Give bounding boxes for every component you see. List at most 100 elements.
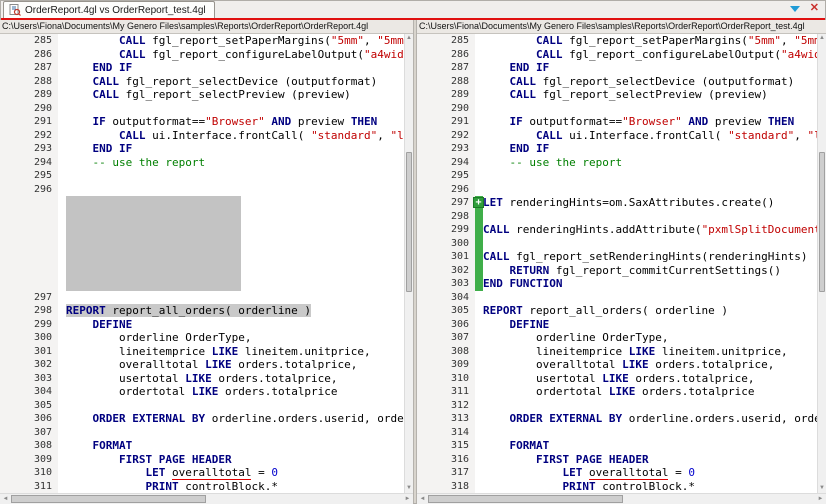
scroll-right-arrow-icon[interactable]: ►	[815, 494, 826, 504]
code-line[interactable]: 291 IF outputformat=="Browser" AND previ…	[417, 115, 817, 129]
code-line[interactable]: 307 orderline OrderType,	[417, 331, 817, 345]
code-line[interactable]: 303 usertotal LIKE orders.totalprice,	[0, 371, 404, 385]
tab-bar-actions: ✕	[789, 3, 826, 18]
close-tab-icon[interactable]: ✕	[810, 3, 819, 14]
code-line[interactable]: 307	[0, 425, 404, 439]
code-line[interactable]: 300 orderline OrderType,	[0, 331, 404, 345]
left-vertical-scrollbar[interactable]: ▲ ▼	[404, 34, 413, 493]
code-line[interactable]: 289 CALL fgl_report_selectPreview (previ…	[417, 88, 817, 102]
code-line[interactable]: 304	[417, 290, 817, 304]
right-hscroll-thumb[interactable]	[428, 495, 623, 503]
scroll-down-arrow-icon[interactable]: ▼	[405, 484, 413, 493]
right-vscroll-thumb[interactable]	[819, 152, 825, 292]
left-hscroll-thumb[interactable]	[11, 495, 206, 503]
code-line[interactable]: 312	[417, 398, 817, 412]
line-number: 306	[417, 317, 475, 331]
code-line[interactable]: 286 CALL fgl_report_configureLabelOutput…	[0, 47, 404, 61]
line-number: 314	[417, 425, 475, 439]
code-line[interactable]: 302 RETURN fgl_report_commitCurrentSetti…	[417, 263, 817, 277]
code-line[interactable]: 288 CALL fgl_report_selectDevice (output…	[417, 74, 817, 88]
right-horizontal-scrollbar[interactable]: ◄ ►	[417, 493, 826, 504]
code-line[interactable]: 288 CALL fgl_report_selectDevice (output…	[0, 74, 404, 88]
code-line[interactable]: 295	[0, 169, 404, 183]
scroll-up-arrow-icon[interactable]: ▲	[818, 34, 826, 43]
code-line[interactable]: 291 IF outputformat=="Browser" AND previ…	[0, 115, 404, 129]
scroll-up-arrow-icon[interactable]: ▲	[405, 34, 413, 43]
code-text: ORDER EXTERNAL BY orderline.orders.useri…	[509, 412, 818, 425]
right-code-area[interactable]: 285 CALL fgl_report_setPaperMargins("5mm…	[417, 34, 817, 493]
code-line[interactable]: 308 FORMAT	[0, 439, 404, 453]
gutter-stripe	[58, 466, 66, 480]
code-line[interactable]: 306 DEFINE	[417, 317, 817, 331]
code-line[interactable]: 301 lineitemprice LIKE lineitem.unitpric…	[0, 344, 404, 358]
code-line[interactable]: 309 overalltotal LIKE orders.totalprice,	[417, 358, 817, 372]
code-line[interactable]: 309 FIRST PAGE HEADER	[0, 452, 404, 466]
code-line[interactable]: 311 PRINT controlBlock.*	[0, 479, 404, 493]
code-line[interactable]: 296	[0, 182, 404, 197]
line-number: 310	[417, 371, 475, 385]
code-line[interactable]: 306 ORDER EXTERNAL BY orderline.orders.u…	[0, 412, 404, 426]
code-text: CALL renderingHints.addAttribute("pxmlSp…	[483, 223, 817, 236]
left-horizontal-scrollbar[interactable]: ◄ ►	[0, 493, 413, 504]
code-line[interactable]: 311 ordertotal LIKE orders.totalprice	[417, 385, 817, 399]
code-line[interactable]: 285 CALL fgl_report_setPaperMargins("5mm…	[0, 34, 404, 48]
tab-orderreport-diff[interactable]: OrderReport.4gl vs OrderReport_test.4gl	[3, 1, 215, 18]
code-line[interactable]: 314	[417, 425, 817, 439]
code-line[interactable]: 310 LET overalltotal = 0	[0, 466, 404, 480]
code-line[interactable]: 297 + LET renderingHints=om.SaxAttributes.…	[417, 196, 817, 210]
added-lines-plus-icon[interactable]: +	[473, 197, 484, 208]
code-line[interactable]: 292 CALL ui.Interface.frontCall( "standa…	[417, 128, 817, 142]
code-line[interactable]: 290	[0, 101, 404, 115]
code-line[interactable]: 287 END IF	[417, 61, 817, 75]
code-line[interactable]: 315 FORMAT	[417, 439, 817, 453]
code-text: CALL fgl_report_setPaperMargins("5mm", "…	[118, 34, 404, 47]
gutter-stripe	[475, 439, 483, 453]
code-line[interactable]: 313 ORDER EXTERNAL BY orderline.orders.u…	[417, 412, 817, 426]
code-line[interactable]: 318 PRINT controlBlock.*	[417, 479, 817, 493]
code-line[interactable]: 296	[417, 182, 817, 196]
code-line[interactable]: 292 CALL ui.Interface.frontCall( "standa…	[0, 128, 404, 142]
code-line[interactable]: 304 ordertotal LIKE orders.totalprice	[0, 385, 404, 399]
code-line[interactable]: 299 CALL renderingHints.addAttribute("pxm…	[417, 223, 817, 237]
code-line[interactable]: 287 END IF	[0, 61, 404, 75]
code-line[interactable]: 310 usertotal LIKE orders.totalprice,	[417, 371, 817, 385]
code-line[interactable]: 299 DEFINE	[0, 317, 404, 331]
left-vscroll-thumb[interactable]	[406, 152, 412, 292]
scroll-left-arrow-icon[interactable]: ◄	[417, 494, 428, 504]
code-line[interactable]: 301 CALL fgl_report_setRenderingHints(ren…	[417, 250, 817, 264]
code-line[interactable]: 305	[0, 398, 404, 412]
code-line[interactable]: 293 END IF	[417, 142, 817, 156]
code-text: overalltotal LIKE orders.totalprice,	[118, 358, 358, 371]
code-line[interactable]: 293 END IF	[0, 142, 404, 156]
code-line[interactable]: 297	[0, 290, 404, 304]
code-text: overalltotal LIKE orders.totalprice,	[535, 358, 775, 371]
code-line[interactable]: 303 END FUNCTION	[417, 277, 817, 291]
code-line[interactable]: 316 FIRST PAGE HEADER	[417, 452, 817, 466]
left-code-area[interactable]: 285 CALL fgl_report_setPaperMargins("5mm…	[0, 34, 404, 493]
code-line[interactable]: 286 CALL fgl_report_configureLabelOutput…	[417, 47, 817, 61]
code-line[interactable]: 285 CALL fgl_report_setPaperMargins("5mm…	[417, 34, 817, 48]
code-line[interactable]: 294 -- use the report	[0, 155, 404, 169]
code-line[interactable]: 317 LET overalltotal = 0	[417, 466, 817, 480]
code-line[interactable]: 298 REPORT report_all_orders( orderline )	[0, 304, 404, 318]
gutter-stripe	[58, 183, 66, 197]
code-line[interactable]: 298	[417, 209, 817, 223]
scroll-left-arrow-icon[interactable]: ◄	[0, 494, 11, 504]
code-line[interactable]: 308 lineitemprice LIKE lineitem.unitpric…	[417, 344, 817, 358]
code-line[interactable]: 289 CALL fgl_report_selectPreview (previ…	[0, 88, 404, 102]
code-line[interactable]: 300	[417, 236, 817, 250]
code-line[interactable]: 302 overalltotal LIKE orders.totalprice,	[0, 358, 404, 372]
added-line-marker	[475, 209, 483, 223]
code-line[interactable]: 294 -- use the report	[417, 155, 817, 169]
line-number: 298	[417, 209, 475, 223]
code-line[interactable]: 290	[417, 101, 817, 115]
code-line[interactable]: 305 REPORT report_all_orders( orderline )	[417, 304, 817, 318]
added-line-marker	[475, 236, 483, 250]
line-number: 305	[417, 304, 475, 318]
code-line[interactable]: 295	[417, 169, 817, 183]
scroll-right-arrow-icon[interactable]: ►	[402, 494, 413, 504]
tab-list-dropdown-icon[interactable]	[789, 5, 800, 12]
right-vertical-scrollbar[interactable]: ▲ ▼	[817, 34, 826, 493]
scroll-down-arrow-icon[interactable]: ▼	[818, 484, 826, 493]
line-number: 311	[0, 479, 58, 493]
